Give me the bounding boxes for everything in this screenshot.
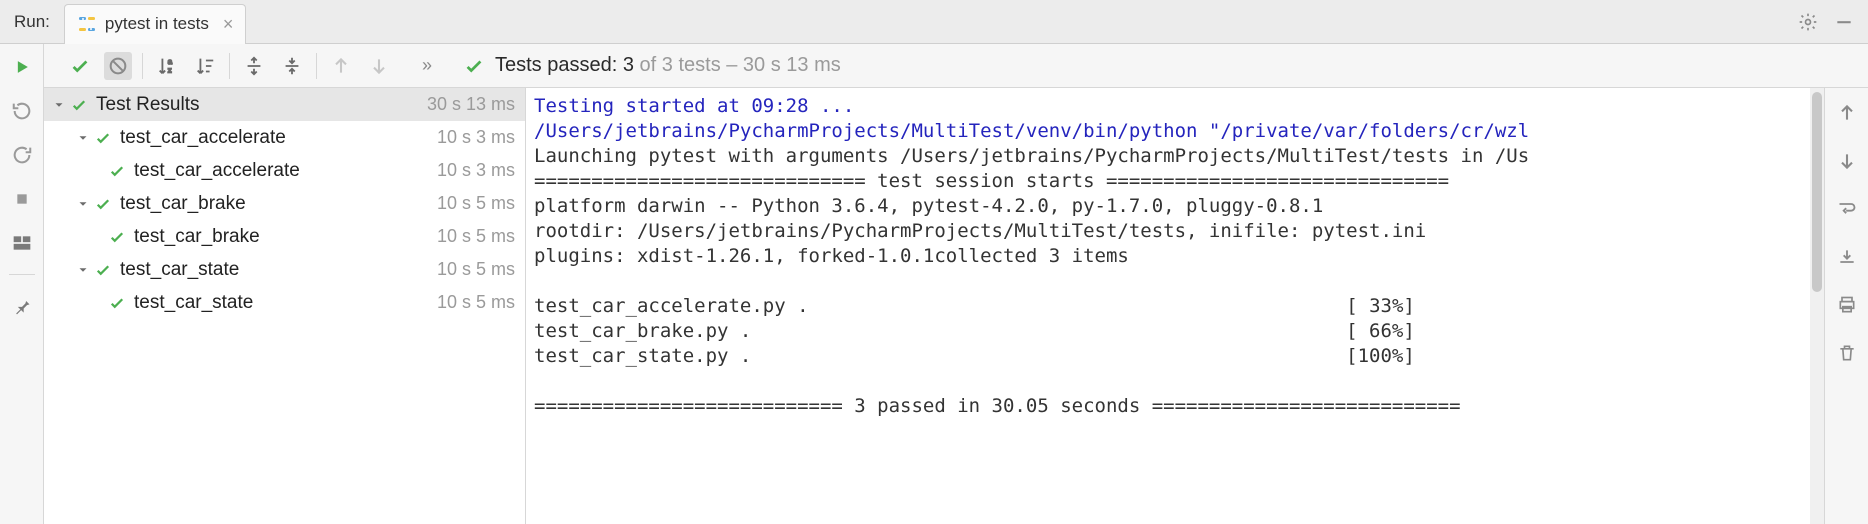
chevron-down-icon[interactable] xyxy=(50,98,68,112)
tree-root-label: Test Results xyxy=(96,94,419,116)
run-tab[interactable]: pytest in tests × xyxy=(64,4,246,44)
tree-leaf-time: 10 s 5 ms xyxy=(429,292,515,313)
pytest-icon xyxy=(77,14,97,34)
chevron-down-icon[interactable] xyxy=(74,197,92,211)
tree-root-time: 30 s 13 ms xyxy=(419,94,515,115)
collapse-all-button[interactable] xyxy=(278,52,306,80)
tree-leaf[interactable]: test_car_accelerate 10 s 3 ms xyxy=(44,154,525,187)
test-status: Tests passed: 3 of 3 tests – 30 s 13 ms xyxy=(451,54,841,77)
tree-node[interactable]: test_car_brake 10 s 5 ms xyxy=(44,187,525,220)
delete-button[interactable] xyxy=(1832,338,1862,368)
tree-leaf-label: test_car_state xyxy=(134,292,429,314)
check-icon xyxy=(94,129,112,147)
main-area: Test Results 30 s 13 ms test_car_acceler… xyxy=(0,88,1868,524)
check-icon xyxy=(108,294,126,312)
svg-text:z: z xyxy=(168,65,172,74)
sort-by-duration-button[interactable] xyxy=(191,52,219,80)
sort-alphabetically-button[interactable]: az xyxy=(153,52,181,80)
check-icon xyxy=(108,228,126,246)
scroll-to-end-button[interactable] xyxy=(1832,242,1862,272)
right-action-gutter xyxy=(1824,88,1868,524)
status-prefix: Tests passed: xyxy=(495,54,617,76)
tree-node-label: test_car_brake xyxy=(120,193,429,215)
more-button[interactable]: » xyxy=(413,52,441,80)
soft-wrap-button[interactable] xyxy=(1832,194,1862,224)
scroll-up-button[interactable] xyxy=(1832,98,1862,128)
run-label: Run: xyxy=(0,12,64,32)
tree-node-time: 10 s 3 ms xyxy=(429,127,515,148)
console-output[interactable]: Testing started at 09:28 ... /Users/jetb… xyxy=(526,88,1824,524)
tree-root[interactable]: Test Results 30 s 13 ms xyxy=(44,88,525,121)
chevron-down-icon[interactable] xyxy=(74,131,92,145)
tree-node[interactable]: test_car_state 10 s 5 ms xyxy=(44,253,525,286)
console-text: Testing started at 09:28 ... /Users/jetb… xyxy=(526,88,1824,425)
test-toolbar: az » Tests passed: 3 of 3 tests – 30 xyxy=(0,44,1868,88)
gear-icon[interactable] xyxy=(1798,12,1818,32)
expand-all-button[interactable] xyxy=(240,52,268,80)
tree-node-label: test_car_state xyxy=(120,259,429,281)
tree-node-time: 10 s 5 ms xyxy=(429,193,515,214)
close-tab-icon[interactable]: × xyxy=(223,14,234,35)
run-button[interactable] xyxy=(7,52,37,82)
tree-node[interactable]: test_car_accelerate 10 s 3 ms xyxy=(44,121,525,154)
previous-failed-button[interactable] xyxy=(327,52,355,80)
next-failed-button[interactable] xyxy=(365,52,393,80)
show-passed-button[interactable] xyxy=(66,52,94,80)
check-icon xyxy=(94,261,112,279)
scroll-down-button[interactable] xyxy=(1832,146,1862,176)
scrollbar-thumb[interactable] xyxy=(1812,92,1822,292)
tree-leaf-label: test_car_accelerate xyxy=(134,160,429,182)
tree-node-time: 10 s 5 ms xyxy=(429,259,515,280)
scrollbar[interactable] xyxy=(1810,88,1824,524)
chevron-down-icon[interactable] xyxy=(74,263,92,277)
show-ignored-button[interactable] xyxy=(104,52,132,80)
check-icon xyxy=(463,55,485,77)
status-of: of 3 tests – 30 s 13 ms xyxy=(640,54,841,76)
tree-leaf-time: 10 s 5 ms xyxy=(429,226,515,247)
tree-leaf[interactable]: test_car_state 10 s 5 ms xyxy=(44,286,525,319)
toolwindow-header: Run: pytest in tests × xyxy=(0,0,1868,44)
check-icon xyxy=(108,162,126,180)
tree-leaf-label: test_car_brake xyxy=(134,226,429,248)
check-icon xyxy=(70,96,88,114)
status-count: 3 xyxy=(623,54,634,76)
tree-node-label: test_car_accelerate xyxy=(120,127,429,149)
minimize-icon[interactable] xyxy=(1834,12,1854,32)
tree-leaf-time: 10 s 3 ms xyxy=(429,160,515,181)
tree-leaf[interactable]: test_car_brake 10 s 5 ms xyxy=(44,220,525,253)
check-icon xyxy=(94,195,112,213)
tab-label: pytest in tests xyxy=(105,14,209,34)
print-button[interactable] xyxy=(1832,290,1862,320)
test-tree[interactable]: Test Results 30 s 13 ms test_car_acceler… xyxy=(44,88,526,524)
